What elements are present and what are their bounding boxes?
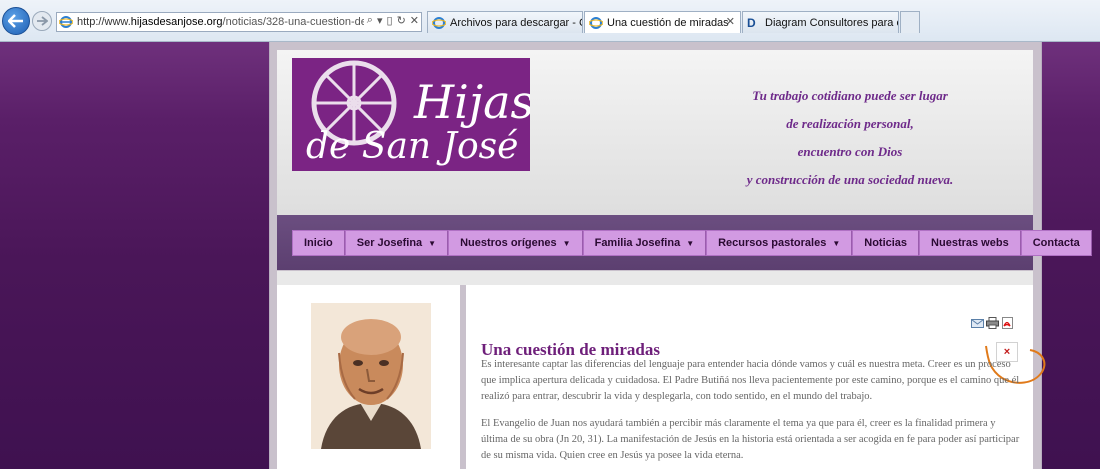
forward-button[interactable] xyxy=(32,11,52,31)
tagline-line: de realización personal, xyxy=(786,116,914,131)
chevron-down-icon: ▼ xyxy=(562,238,571,248)
article-tools xyxy=(971,316,1014,329)
tab-label: Diagram Consultores para el T... xyxy=(765,16,898,29)
stop-icon[interactable]: ✕ xyxy=(410,14,419,27)
main-menu: Inicio Ser Josefina ▼ Nuestros orígenes ▼ … xyxy=(292,230,1092,256)
menu-item-ser-josefina[interactable]: Ser Josefina ▼ xyxy=(344,230,449,256)
tagline-line: encuentro con Dios xyxy=(797,144,903,159)
article-paragraph: Es interesante captar las diferencias de… xyxy=(481,359,1020,402)
portrait-image xyxy=(311,303,431,449)
pdf-icon[interactable] xyxy=(1001,316,1014,329)
site-logo[interactable]: Hijas de San José xyxy=(292,58,530,171)
article-paragraph: El Evangelio de Juan nos ayudará también… xyxy=(481,418,1020,461)
menu-item-noticias[interactable]: Noticias xyxy=(852,230,920,256)
ie-icon xyxy=(589,16,603,29)
tagline-line: y construcción de una sociedad nueva. xyxy=(746,172,954,187)
d-icon: D xyxy=(747,15,756,30)
email-icon[interactable] xyxy=(971,316,984,328)
menu-item-label: Contacta xyxy=(1032,237,1080,249)
menu-item-nuestras-webs[interactable]: Nuestras webs xyxy=(919,230,1021,256)
back-arrow-icon xyxy=(8,14,23,28)
chevron-down-icon: ▼ xyxy=(428,238,437,248)
compat-icon[interactable]: ▯ xyxy=(387,14,393,27)
tab-archivos[interactable]: Archivos para descargar - Con... xyxy=(427,11,583,33)
content-separator xyxy=(277,271,1033,285)
browser-chrome: http://www. hijasdesanjose.org/noticias/3… xyxy=(0,0,1100,42)
search-icon[interactable]: ⌕ xyxy=(367,14,373,27)
back-button[interactable] xyxy=(2,7,30,35)
menu-item-label: Nuestras webs xyxy=(931,237,1009,249)
menu-item-nuestros-origenes[interactable]: Nuestros orígenes ▼ xyxy=(448,230,583,256)
tab-diagram[interactable]: D Diagram Consultores para el T... xyxy=(742,11,899,33)
ie-icon xyxy=(59,16,73,28)
dropdown-icon[interactable]: ▾ xyxy=(377,14,383,27)
tab-una-cuestion[interactable]: Una cuestión de miradas ✕ xyxy=(584,11,741,33)
logo-graphic: Hijas de San José xyxy=(306,60,530,167)
logo-text-sanjose: de San José xyxy=(306,126,518,167)
menu-item-contacta[interactable]: Contacta xyxy=(1020,230,1092,256)
portrait-drawing xyxy=(311,303,431,449)
menu-item-label: Inicio xyxy=(304,237,333,249)
logo-text-hijas: Hijas xyxy=(413,75,530,129)
menu-item-label: Noticias xyxy=(864,237,908,249)
address-tools: ⌕ ▾ ▯ ↻ ✕ xyxy=(363,14,419,27)
refresh-icon[interactable]: ↻ xyxy=(397,14,406,27)
print-icon[interactable] xyxy=(986,316,999,329)
menu-item-label: Ser Josefina xyxy=(356,237,423,249)
menu-item-label: Nuestros orígenes xyxy=(460,237,557,249)
menu-item-inicio[interactable]: Inicio xyxy=(292,230,345,256)
menu-item-label: Recursos pastorales xyxy=(718,237,827,249)
tab-label: Una cuestión de miradas xyxy=(607,16,729,29)
ie-icon xyxy=(432,16,446,29)
url-host: hijasdesanjose.org xyxy=(130,16,223,28)
address-bar[interactable]: http://www. hijasdesanjose.org/noticias/3… xyxy=(56,12,422,32)
menu-item-familia-josefina[interactable]: Familia Josefina ▼ xyxy=(582,230,707,256)
url-prefix: http://www. xyxy=(77,16,131,28)
menu-item-recursos-pastorales[interactable]: Recursos pastorales ▼ xyxy=(706,230,853,256)
new-tab-button[interactable] xyxy=(900,11,920,33)
menu-item-label: Familia Josefina xyxy=(594,237,681,249)
tab-close-icon[interactable]: ✕ xyxy=(726,15,735,28)
chevron-down-icon: ▼ xyxy=(686,238,695,248)
forward-arrow-icon xyxy=(37,16,48,26)
chevron-down-icon: ▼ xyxy=(832,238,841,248)
tagline: Tu trabajo cotidiano puede ser lugar de … xyxy=(700,82,1000,194)
tagline-line: Tu trabajo cotidiano puede ser lugar xyxy=(752,88,948,103)
tab-label: Archivos para descargar - Con... xyxy=(450,16,582,29)
